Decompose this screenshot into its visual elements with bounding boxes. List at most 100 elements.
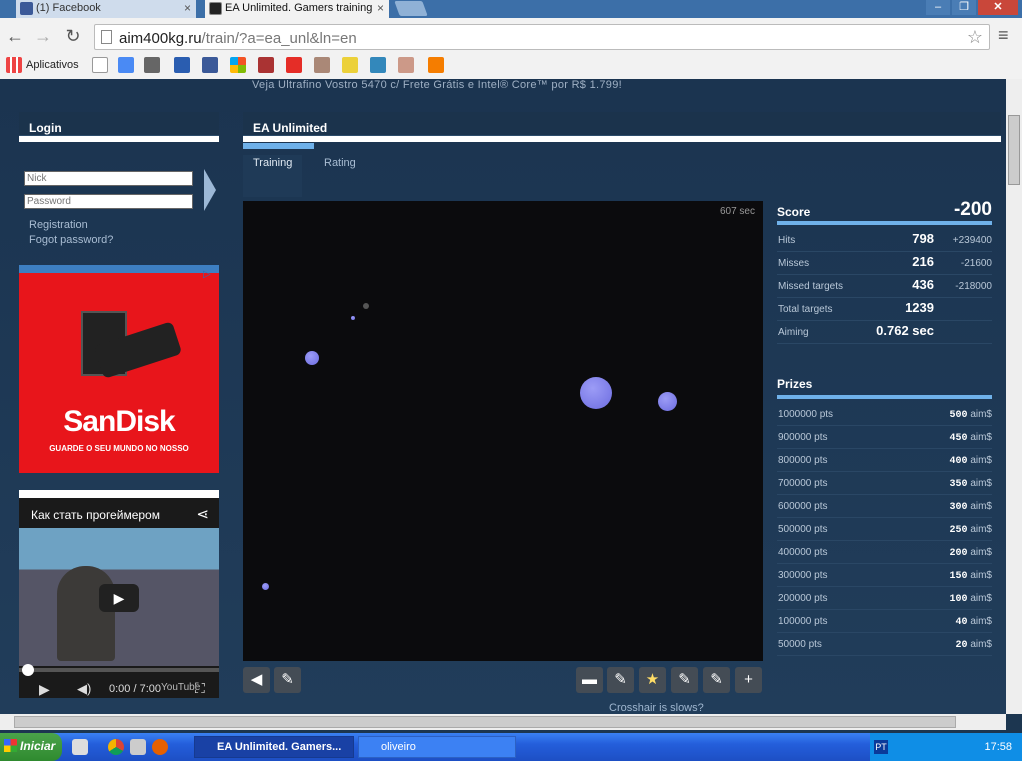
forgot-password-link[interactable]: Fogot password?: [29, 234, 113, 246]
bookmark-star-icon[interactable]: ☆: [967, 27, 983, 48]
wrench-icon[interactable]: ✎: [703, 667, 730, 693]
horizontal-scrollbar[interactable]: [0, 714, 1006, 730]
prize-amount: 250: [949, 525, 968, 536]
target[interactable]: [262, 583, 269, 590]
maximize-button[interactable]: ❐: [952, 0, 976, 15]
prize-points: 1000000 pts: [778, 409, 834, 420]
facebook-icon[interactable]: [202, 57, 218, 73]
game-arena[interactable]: 607 sec: [243, 201, 763, 661]
star-bookmark-icon[interactable]: [342, 57, 358, 73]
target[interactable]: [580, 377, 612, 409]
prize-unit: aim$: [970, 409, 992, 420]
wrench-icon[interactable]: ✎: [671, 667, 698, 693]
video-person: [57, 566, 115, 661]
apps-label[interactable]: Aplicativos: [26, 59, 79, 71]
bookmark-mb-icon[interactable]: [144, 57, 160, 73]
prize-unit: aim$: [970, 432, 992, 443]
password-input[interactable]: [24, 194, 193, 209]
navigation-bar: ← → ↻ aim400kg.ru/train/?a=ea_unl&ln=en …: [0, 22, 1022, 52]
ad-text-link[interactable]: Veja Ultrafino Vostro 5470 c/ Frete Grát…: [252, 79, 622, 91]
prize-unit: aim$: [970, 455, 992, 466]
youtube-embed[interactable]: Как стать прогеймером ⋖ ▶ ▶ ◀) 0:00 / 7:…: [19, 490, 219, 698]
video-progress-bar[interactable]: [19, 668, 219, 672]
menu-icon[interactable]: ≡: [998, 25, 1009, 46]
youtube-icon[interactable]: [286, 57, 302, 73]
target[interactable]: [658, 392, 677, 411]
chrome-icon[interactable]: [108, 739, 124, 755]
scroll-thumb[interactable]: [1008, 115, 1020, 185]
tab-ea-unlimited[interactable]: EA Unlimited. Gamers training ×: [205, 0, 389, 18]
play-small-icon[interactable]: ▶: [39, 681, 50, 698]
task-chrome[interactable]: EA Unlimited. Gamers...: [194, 736, 354, 758]
firefox-icon[interactable]: [152, 739, 168, 755]
bookmark-x-icon[interactable]: [370, 57, 386, 73]
close-window-button[interactable]: ✕: [978, 0, 1018, 15]
crosshair-help-link[interactable]: Crosshair is slows?: [609, 702, 704, 714]
vertical-scrollbar[interactable]: [1006, 79, 1022, 714]
video-scrubber-handle[interactable]: [22, 664, 34, 676]
wrench-icon[interactable]: ✎: [274, 667, 301, 693]
video-title[interactable]: Как стать прогеймером: [31, 508, 160, 522]
language-indicator[interactable]: PT: [874, 740, 888, 754]
star-icon[interactable]: ★: [639, 667, 666, 693]
back-arrow-icon[interactable]: ←: [4, 25, 26, 47]
play-icon[interactable]: ▶: [99, 584, 139, 612]
address-bar[interactable]: aim400kg.ru/train/?a=ea_unl&ln=en ☆: [94, 24, 990, 50]
prize-reward: 40 aim$: [956, 616, 992, 628]
quicklaunch-icon[interactable]: [72, 739, 88, 755]
sound-icon[interactable]: ◀: [243, 667, 270, 693]
minimize-button[interactable]: –: [926, 0, 950, 15]
bookmark-game-icon[interactable]: [258, 57, 274, 73]
scroll-thumb[interactable]: [14, 716, 956, 728]
prize-amount: 300: [949, 502, 968, 513]
stat-delta: +239400: [952, 235, 992, 246]
tab-rating[interactable]: Rating: [314, 155, 366, 197]
reload-icon[interactable]: ↻: [62, 25, 84, 47]
start-label: Iniciar: [20, 739, 56, 753]
bookmark-avatar-icon[interactable]: [314, 57, 330, 73]
wrench-icon[interactable]: ✎: [607, 667, 634, 693]
stat-label: Total targets: [778, 304, 833, 315]
task-oliveiro[interactable]: oliveiro: [358, 736, 516, 758]
target[interactable]: [305, 351, 319, 365]
prize-reward: 450 aim$: [950, 432, 992, 444]
forward-arrow-icon[interactable]: →: [32, 25, 54, 47]
google-icon[interactable]: [118, 57, 134, 73]
quicklaunch-icon[interactable]: [130, 739, 146, 755]
bookmark-a-icon[interactable]: [174, 57, 190, 73]
registration-link[interactable]: Registration: [29, 219, 88, 231]
prize-row: 700000 pts 350 aim$: [777, 472, 992, 495]
fullscreen-icon[interactable]: ⛶: [195, 680, 205, 697]
close-tab-icon[interactable]: ×: [184, 0, 191, 17]
crosshair-size-icon[interactable]: ▬: [576, 667, 603, 693]
target[interactable]: [351, 316, 355, 320]
prize-unit: aim$: [970, 547, 992, 558]
adchoices-icon[interactable]: ▷: [203, 269, 217, 283]
tab-facebook[interactable]: (1) Facebook ×: [16, 0, 196, 18]
prize-reward: 200 aim$: [950, 547, 992, 559]
prize-row: 400000 pts 200 aim$: [777, 541, 992, 564]
volume-icon[interactable]: ◀): [77, 681, 91, 697]
nick-input[interactable]: [24, 171, 193, 186]
prize-amount: 400: [949, 456, 968, 467]
game-toolbar: ◀ ✎ ▬ ✎ ★ ✎ ✎ +: [243, 667, 763, 693]
bookmark-page-icon[interactable]: [92, 57, 108, 73]
target[interactable]: [363, 303, 369, 309]
new-tab-button[interactable]: [394, 1, 428, 16]
share-icon[interactable]: ⋖: [196, 505, 209, 523]
blogger-icon[interactable]: [428, 57, 444, 73]
login-submit-arrow-icon[interactable]: [204, 169, 216, 211]
bookmark-photo-icon[interactable]: [398, 57, 414, 73]
microsoft-icon[interactable]: [230, 57, 246, 73]
apps-icon[interactable]: [6, 57, 22, 73]
prize-amount: 200: [949, 548, 968, 559]
sandisk-ad-banner[interactable]: ▷ SanDisk GUARDE O SEU MUNDO NO NOSSO: [19, 265, 219, 473]
tab-training[interactable]: Training: [243, 155, 303, 197]
url-text[interactable]: aim400kg.ru/train/?a=ea_unl&ln=en: [119, 30, 357, 47]
prize-reward: 300 aim$: [950, 501, 992, 513]
prize-row: 50000 pts 20 aim$: [777, 633, 992, 656]
close-tab-icon[interactable]: ×: [377, 0, 384, 17]
start-button[interactable]: Iniciar: [0, 733, 62, 761]
crosshair-icon[interactable]: +: [735, 667, 762, 693]
prize-row: 900000 pts 450 aim$: [777, 426, 992, 449]
